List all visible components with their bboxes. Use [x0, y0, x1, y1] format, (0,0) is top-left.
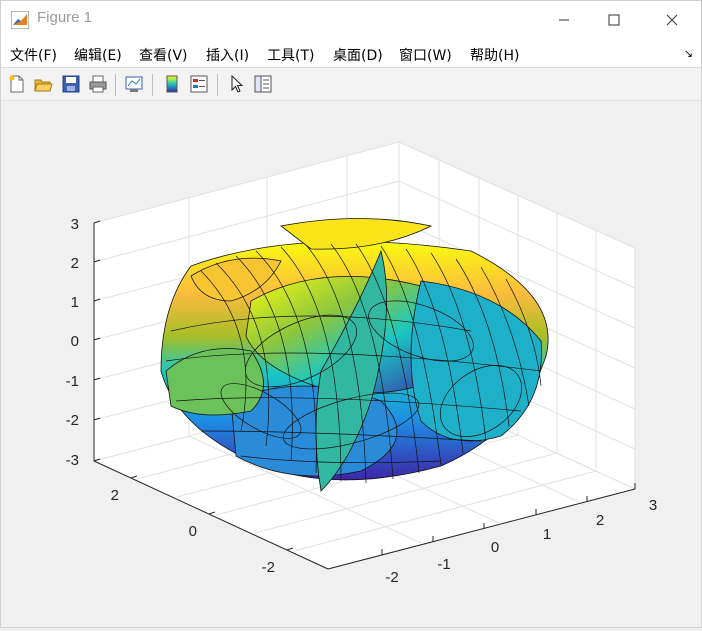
menu-help[interactable]: 帮助(H) [470, 45, 519, 65]
z-tick-label: 0 [71, 333, 79, 350]
new-figure-icon[interactable] [7, 74, 27, 94]
menu-bar: 文件(F) 编辑(E) 查看(V) 插入(I) 工具(T) 桌面(D) 窗口(W… [1, 39, 701, 68]
x-tick-label: 3 [649, 497, 657, 514]
property-inspector-icon[interactable] [253, 74, 273, 94]
open-file-icon[interactable] [33, 74, 53, 94]
y-tick-label: 0 [189, 523, 197, 540]
z-tick-label: 3 [71, 216, 79, 233]
axes-3d[interactable]: 3 2 1 0 -1 -2 -3 2 0 -2 -2 -1 0 1 2 3 [1, 101, 701, 627]
matlab-logo-icon [11, 11, 29, 29]
maximize-icon [608, 14, 620, 26]
close-icon [666, 14, 678, 26]
menu-insert[interactable]: 插入(I) [206, 45, 249, 65]
z-tick-label: -3 [66, 452, 79, 469]
colorbar-icon[interactable] [162, 74, 182, 94]
x-tick-label: 0 [491, 539, 499, 556]
toolbar [1, 68, 701, 101]
figure-canvas[interactable]: 3 2 1 0 -1 -2 -3 2 0 -2 -2 -1 0 1 2 3 [1, 101, 701, 627]
print-icon[interactable] [88, 74, 108, 94]
menu-tools[interactable]: 工具(T) [267, 45, 314, 65]
close-button[interactable] [649, 1, 695, 39]
title-bar: Figure 1 [1, 1, 701, 39]
menu-window[interactable]: 窗口(W) [399, 45, 452, 65]
figure-window: Figure 1 文件(F) 编辑(E) 查看(V) 插入(I) 工具(T) 桌… [0, 0, 702, 628]
pointer-icon[interactable] [227, 74, 247, 94]
y-tick-label: 2 [111, 487, 119, 504]
menu-desktop[interactable]: 桌面(D) [333, 45, 383, 65]
dock-arrow-icon[interactable]: ↘ [684, 47, 693, 60]
y-tick-label: -2 [262, 559, 275, 576]
z-tick-label: -1 [66, 373, 79, 390]
toolbar-separator [115, 74, 116, 96]
x-tick-label: 2 [596, 512, 604, 529]
menu-view[interactable]: 查看(V) [139, 45, 188, 65]
x-tick-label: -2 [385, 569, 398, 586]
z-tick-label: -2 [66, 412, 79, 429]
legend-icon[interactable] [189, 74, 209, 94]
toolbar-separator [152, 74, 153, 96]
save-icon[interactable] [61, 74, 81, 94]
link-plot-icon[interactable] [124, 74, 144, 94]
minimize-icon [559, 19, 569, 21]
minimize-button[interactable] [541, 1, 587, 39]
menu-edit[interactable]: 编辑(E) [74, 45, 122, 65]
maximize-button[interactable] [591, 1, 637, 39]
z-tick-label: 1 [71, 294, 79, 311]
toolbar-separator [217, 74, 218, 96]
z-tick-label: 2 [71, 255, 79, 272]
window-title: Figure 1 [37, 9, 93, 26]
x-tick-label: 1 [543, 526, 551, 543]
menu-file[interactable]: 文件(F) [10, 45, 57, 65]
x-tick-label: -1 [437, 556, 450, 573]
